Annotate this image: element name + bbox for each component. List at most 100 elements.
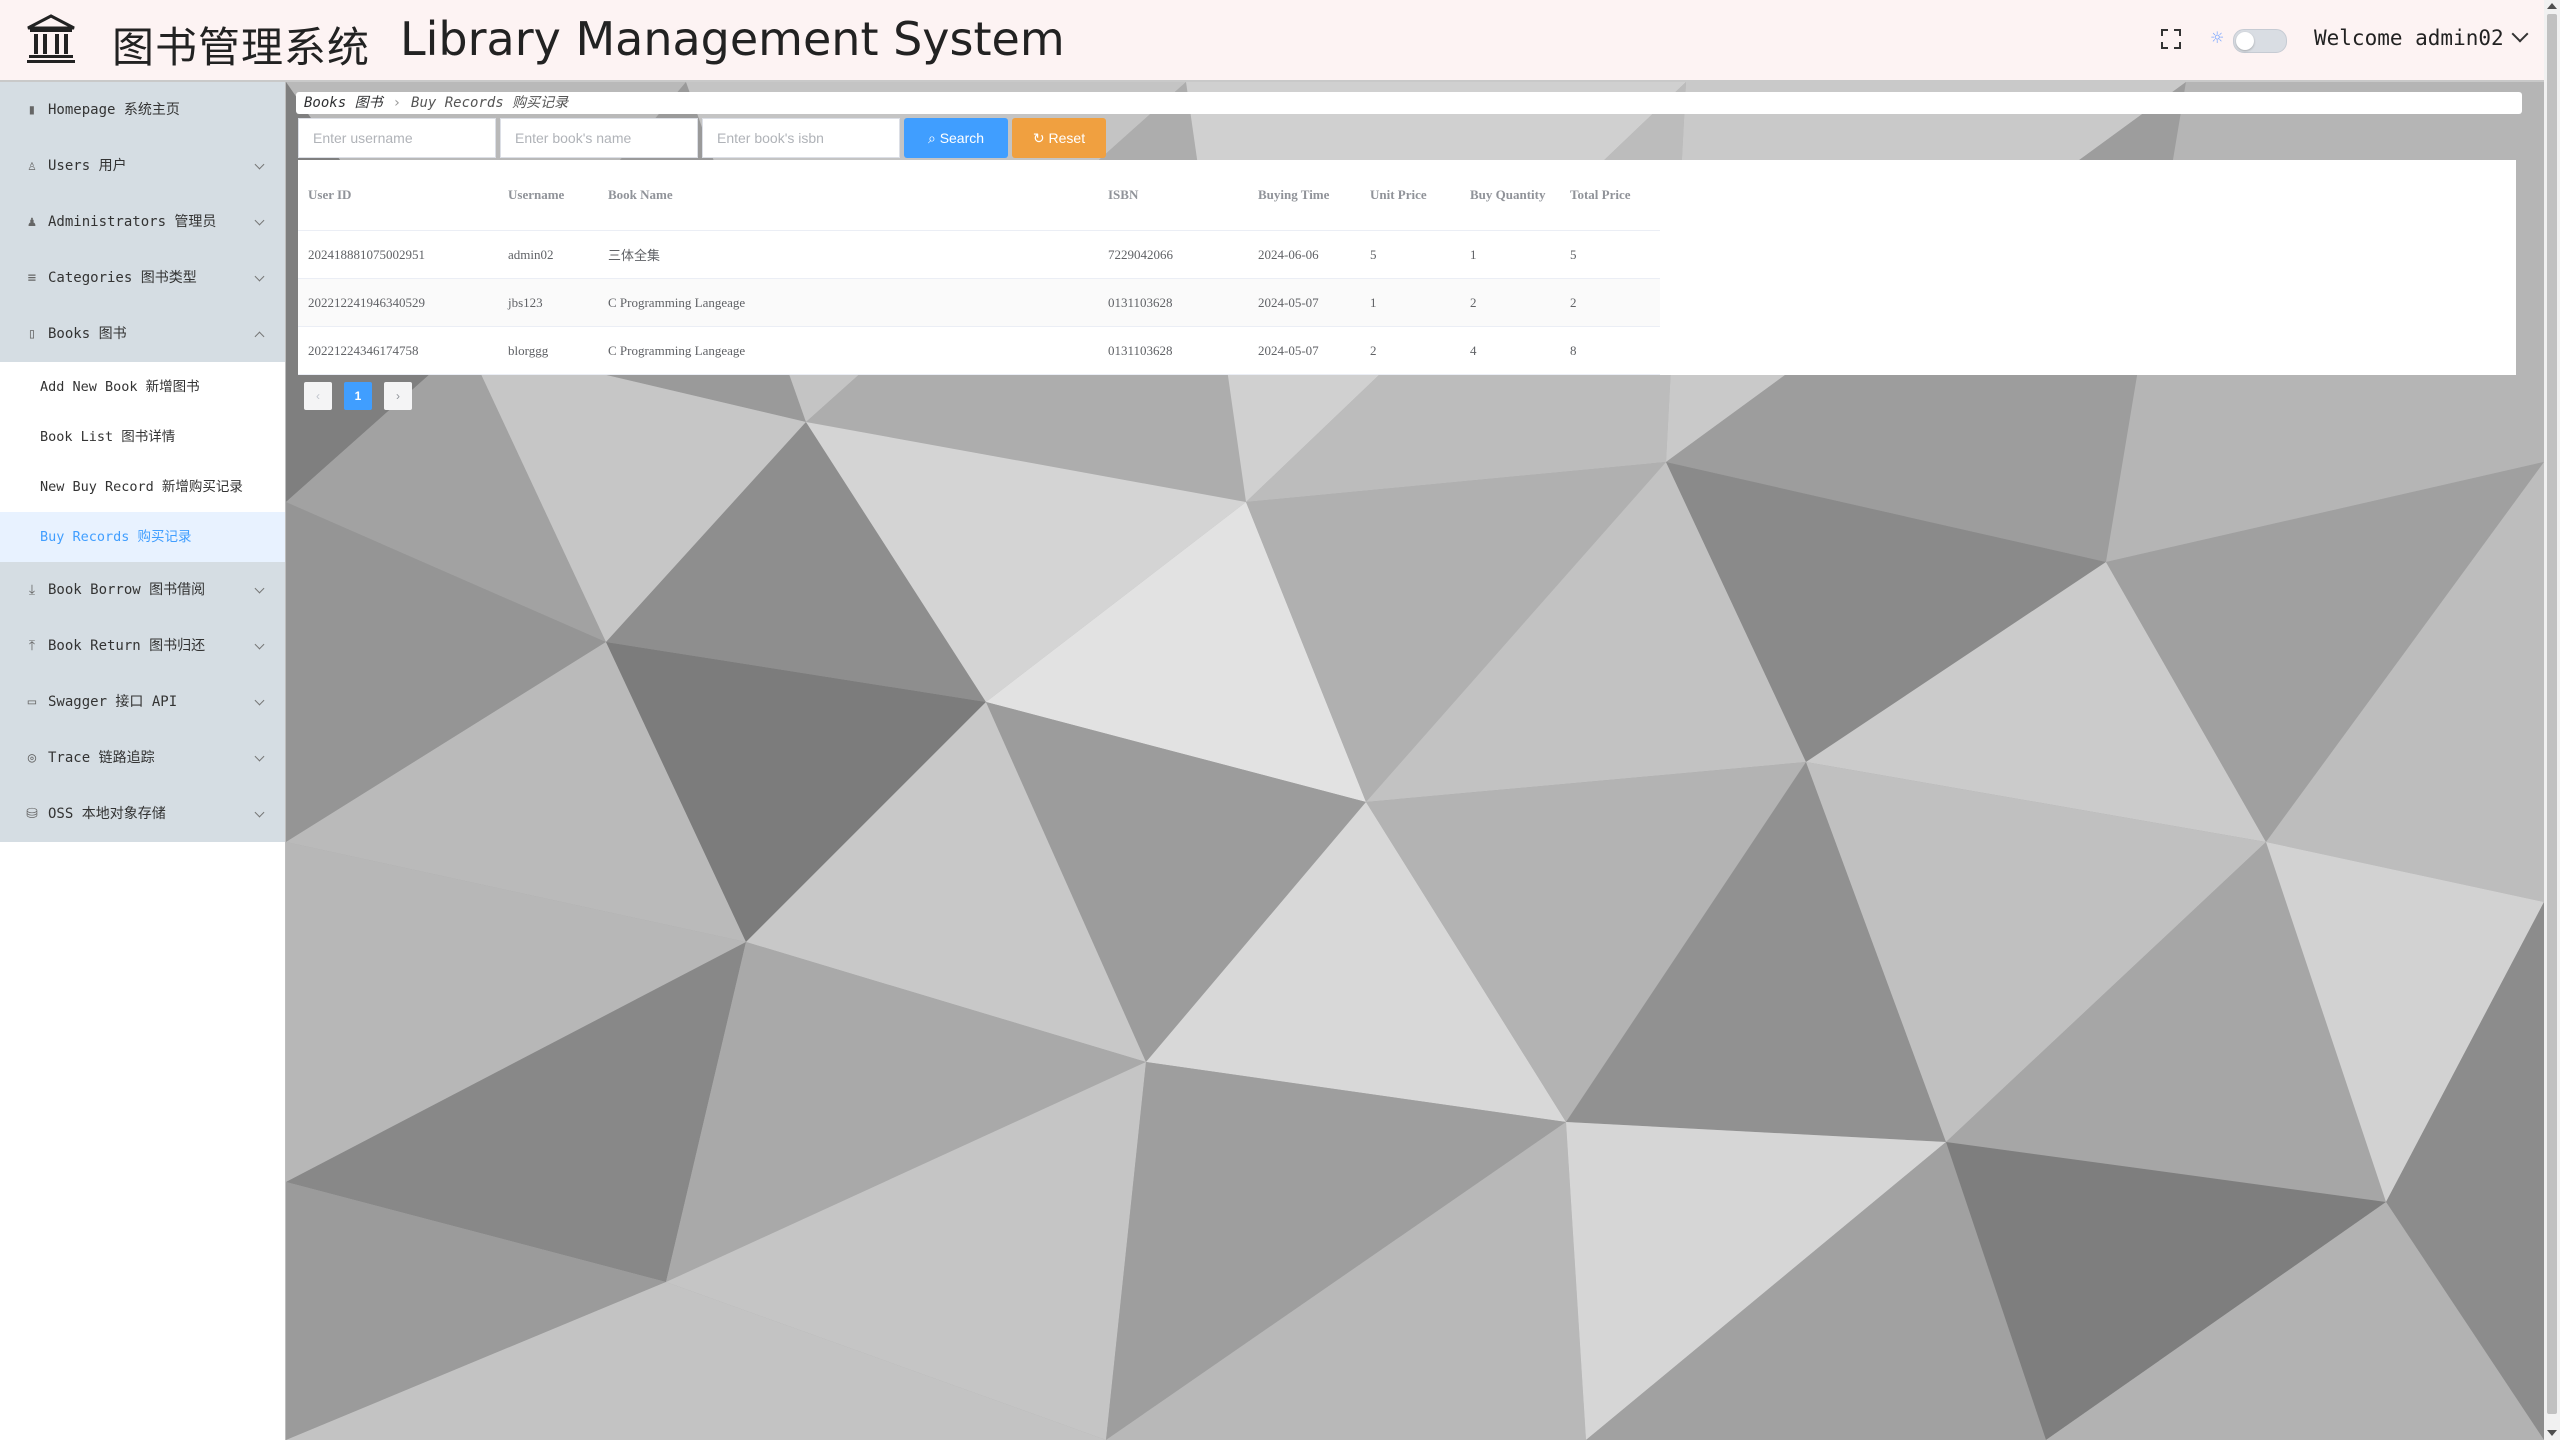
search-button[interactable]: ⌕ Search [904,118,1008,158]
submenu-buy-records[interactable]: Buy Records 购买记录 [0,512,285,562]
chevron-down-icon [254,639,265,650]
breadcrumb: Books 图书 › Buy Records 购买记录 [296,92,2522,114]
sidebar-item-label: Book Return 图书归还 [48,638,206,654]
chevron-right-icon: › [392,95,402,111]
column-header-isbn: ISBN [1098,160,1248,231]
cell-unit-price: 5 [1360,230,1460,279]
chevron-down-icon [2511,25,2529,43]
sidebar-item-label: OSS 本地对象存储 [48,806,166,822]
cell-isbn: 0131103628 [1098,326,1248,375]
sidebar-item-label: Swagger 接口 API [48,694,178,710]
sidebar-item-label: Book Borrow 图书借阅 [48,582,206,598]
folder-icon: ▭ [27,694,37,710]
cell-total-price: 8 [1560,326,1660,375]
list-icon: ≡ [27,270,37,286]
scroll-up-arrow-icon[interactable] [2547,3,2557,9]
cell-book-name: C Programming Langeage [598,326,1098,375]
sidebar-item-label: Categories 图书类型 [48,270,197,286]
column-header-buy-quantity: Buy Quantity [1460,160,1560,231]
cell-user-id: 20221224346174758 [298,326,498,375]
cell-user-id: 202212241946340529 [298,278,498,327]
search-button-label: Search [939,129,985,146]
submenu-new-buy-record[interactable]: New Buy Record 新增购买记录 [0,462,285,512]
sun-icon: ☼ [2210,28,2225,47]
sidebar-item-label: Administrators 管理员 [48,214,217,230]
page-number-button[interactable]: 1 [344,382,372,410]
cell-username: jbs123 [498,278,598,327]
bar-chart-icon: ▮ [27,102,37,118]
admin-icon: ♟ [27,214,37,230]
column-header-unit-price: Unit Price [1360,160,1460,231]
welcome-text: Welcome admin02 [2314,26,2504,50]
upload-icon: ⤒ [28,638,36,654]
user-menu[interactable]: Welcome admin02 [2314,25,2529,50]
submenu-add-new-book[interactable]: Add New Book 新增图书 [0,362,285,412]
sidebar-item-label: Books 图书 [48,326,127,342]
scroll-down-arrow-icon[interactable] [2547,1430,2557,1436]
cell-total-price: 5 [1560,230,1660,279]
sidebar-item-label: Homepage 系统主页 [48,102,180,118]
toggle-knob [2236,32,2254,50]
reset-button-label: Reset [1048,129,1086,146]
sidebar-item-book-borrow[interactable]: ⤓ Book Borrow 图书借阅 [0,562,285,618]
cell-user-id: 202418881075002951 [298,230,498,279]
cell-buy-quantity: 4 [1460,326,1560,375]
chevron-down-icon [254,159,265,170]
table-row[interactable]: 20221224346174758 blorggg C Programming … [298,326,1660,375]
chevron-right-icon[interactable]: › [384,382,412,410]
column-header-username: Username [498,160,598,231]
cell-isbn: 0131103628 [1098,278,1248,327]
bookname-search-input[interactable] [500,118,698,158]
target-icon: ◎ [27,750,37,766]
cell-buy-quantity: 2 [1460,278,1560,327]
books-submenu: Add New Book 新增图书 Book List 图书详情 New Buy… [0,362,285,562]
submenu-book-list[interactable]: Book List 图书详情 [0,412,285,462]
buy-records-table: User ID Username Book Name ISBN Buying T… [298,160,1660,375]
sidebar-item-swagger[interactable]: ▭ Swagger 接口 API [0,674,285,730]
search-icon: ⌕ [927,129,940,146]
theme-toggle[interactable] [2233,29,2287,53]
app-title-chinese: 图书管理系统 [112,23,371,72]
cell-total-price: 2 [1560,278,1660,327]
chevron-down-icon [254,695,265,706]
sidebar-item-oss[interactable]: ⛁ OSS 本地对象存储 [0,786,285,842]
fullscreen-icon[interactable] [2160,28,2182,50]
cell-book-name: C Programming Langeage [598,278,1098,327]
sidebar-item-book-return[interactable]: ⤒ Book Return 图书归还 [0,618,285,674]
chevron-left-icon[interactable]: ‹ [304,382,332,410]
table-row[interactable]: 202212241946340529 jbs123 C Programming … [298,278,1660,327]
table-row[interactable]: 202418881075002951 admin02 三体全集 72290420… [298,230,1660,279]
cell-buying-time: 2024-06-06 [1248,230,1360,279]
chevron-down-icon [254,807,265,818]
sidebar-item-categories[interactable]: ≡ Categories 图书类型 [0,250,285,306]
reset-button[interactable]: ↻ Reset [1012,118,1106,158]
sidebar-item-homepage[interactable]: ▮ Homepage 系统主页 [0,82,285,138]
sidebar-item-trace[interactable]: ◎ Trace 链路追踪 [0,730,285,786]
cell-book-name: 三体全集 [598,230,1098,279]
table-header-row: User ID Username Book Name ISBN Buying T… [298,160,1660,231]
sidebar-item-books[interactable]: ▯ Books 图书 [0,306,285,362]
column-header-buying-time: Buying Time [1248,160,1360,231]
isbn-search-input[interactable] [702,118,900,158]
breadcrumb-current: Buy Records 购买记录 [411,95,569,111]
cell-isbn: 7229042066 [1098,230,1248,279]
username-search-input[interactable] [298,118,496,158]
cell-unit-price: 1 [1360,278,1460,327]
scroll-thumb[interactable] [2547,14,2557,1414]
chevron-down-icon [254,271,265,282]
chevron-down-icon [254,215,265,226]
download-icon: ⤓ [28,582,36,598]
cell-unit-price: 2 [1360,326,1460,375]
cell-buying-time: 2024-05-07 [1248,326,1360,375]
chevron-up-icon [254,331,265,342]
buy-records-panel: User ID Username Book Name ISBN Buying T… [298,160,2516,375]
library-building-icon [27,14,75,63]
sidebar-item-label: Users 用户 [48,158,127,174]
sidebar-item-label: Trace 链路追踪 [48,750,155,766]
breadcrumb-parent[interactable]: Books 图书 [304,95,383,111]
cell-buy-quantity: 1 [1460,230,1560,279]
sidebar-item-users[interactable]: ♙ Users 用户 [0,138,285,194]
sidebar-item-administrators[interactable]: ♟ Administrators 管理员 [0,194,285,250]
page-scrollbar[interactable] [2544,0,2560,1440]
app-title-english: Library Management System [400,12,1065,66]
